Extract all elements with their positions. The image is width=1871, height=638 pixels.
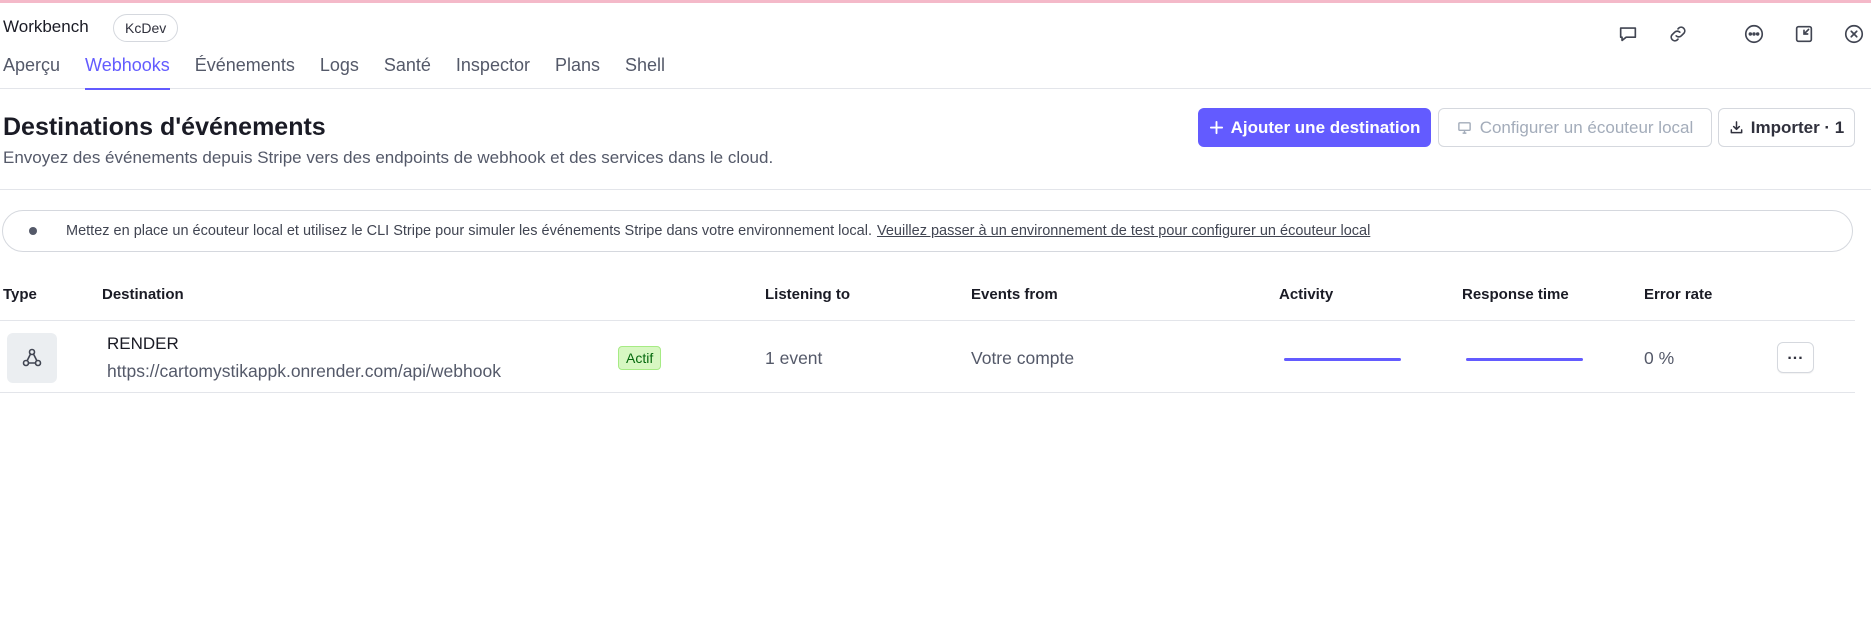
column-header-listening-to: Listening to <box>765 286 850 303</box>
row-actions-button[interactable]: ... <box>1777 342 1814 373</box>
configure-local-listener-button[interactable]: Configurer un écouteur local <box>1438 108 1712 147</box>
column-header-destination: Destination <box>102 286 184 303</box>
tab-shell[interactable]: Shell <box>625 55 665 89</box>
link-icon[interactable] <box>1663 19 1693 49</box>
ellipsis-icon: ... <box>1787 345 1804 363</box>
banner-text: Mettez en place un écouteur local et uti… <box>66 223 872 239</box>
info-banner: Mettez en place un écouteur local et uti… <box>2 210 1853 252</box>
tab-inspector[interactable]: Inspector <box>456 55 530 89</box>
import-button[interactable]: Importer · 1 <box>1718 108 1855 147</box>
error-rate-cell: 0 % <box>1644 348 1675 368</box>
tab-sante[interactable]: Santé <box>384 55 431 89</box>
events-from-cell: Votre compte <box>971 348 1075 368</box>
tab-webhooks[interactable]: Webhooks <box>85 55 170 90</box>
banner-link[interactable]: Veuillez passer à un environnement de te… <box>877 223 1370 239</box>
page-subtitle: Envoyez des événements depuis Stripe ver… <box>3 148 774 167</box>
info-dot-icon <box>29 227 37 235</box>
table-row-divider <box>0 392 1855 393</box>
column-header-type: Type <box>3 286 37 303</box>
app-header: Workbench KcDev Aperçu Webhooks Événemen… <box>0 3 1871 90</box>
destination-url: https://cartomystikappk.onrender.com/api… <box>107 361 501 381</box>
header-toolbar <box>1571 19 1871 49</box>
monitor-icon <box>1457 120 1472 135</box>
add-destination-label: Ajouter une destination <box>1230 117 1421 137</box>
page-title: Destinations d'événements <box>3 113 326 141</box>
configure-local-listener-label: Configurer un écouteur local <box>1479 117 1694 137</box>
listening-to-cell: 1 event <box>765 348 823 368</box>
minimize-icon[interactable] <box>1789 19 1819 49</box>
tab-evenements[interactable]: Événements <box>195 55 295 89</box>
column-header-response-time: Response time <box>1462 286 1569 303</box>
table-header-divider <box>0 320 1855 321</box>
tab-apercu[interactable]: Aperçu <box>3 55 60 89</box>
column-header-activity: Activity <box>1279 286 1334 303</box>
import-label: Importer · 1 <box>1750 117 1845 137</box>
column-header-events-from: Events from <box>971 286 1058 303</box>
import-icon <box>1729 120 1744 135</box>
close-icon[interactable] <box>1839 19 1869 49</box>
column-header-error-rate: Error rate <box>1644 286 1713 303</box>
status-badge: Actif <box>618 346 662 370</box>
plus-icon <box>1209 120 1224 135</box>
add-destination-button[interactable]: Ajouter une destination <box>1198 108 1431 147</box>
destination-name: RENDER <box>107 334 179 353</box>
chat-bubble-icon[interactable] <box>1613 19 1643 49</box>
activity-sparkline <box>1284 358 1401 361</box>
environment-badge[interactable]: KcDev <box>113 14 179 42</box>
app-title: Workbench <box>3 17 89 36</box>
tab-bar: Aperçu Webhooks Événements Logs Santé In… <box>3 55 690 90</box>
tab-plans[interactable]: Plans <box>555 55 600 89</box>
section-divider <box>0 189 1871 190</box>
response-time-sparkline <box>1466 358 1583 361</box>
tab-logs[interactable]: Logs <box>320 55 359 89</box>
webhook-icon <box>7 333 57 383</box>
more-options-icon[interactable] <box>1739 19 1769 49</box>
